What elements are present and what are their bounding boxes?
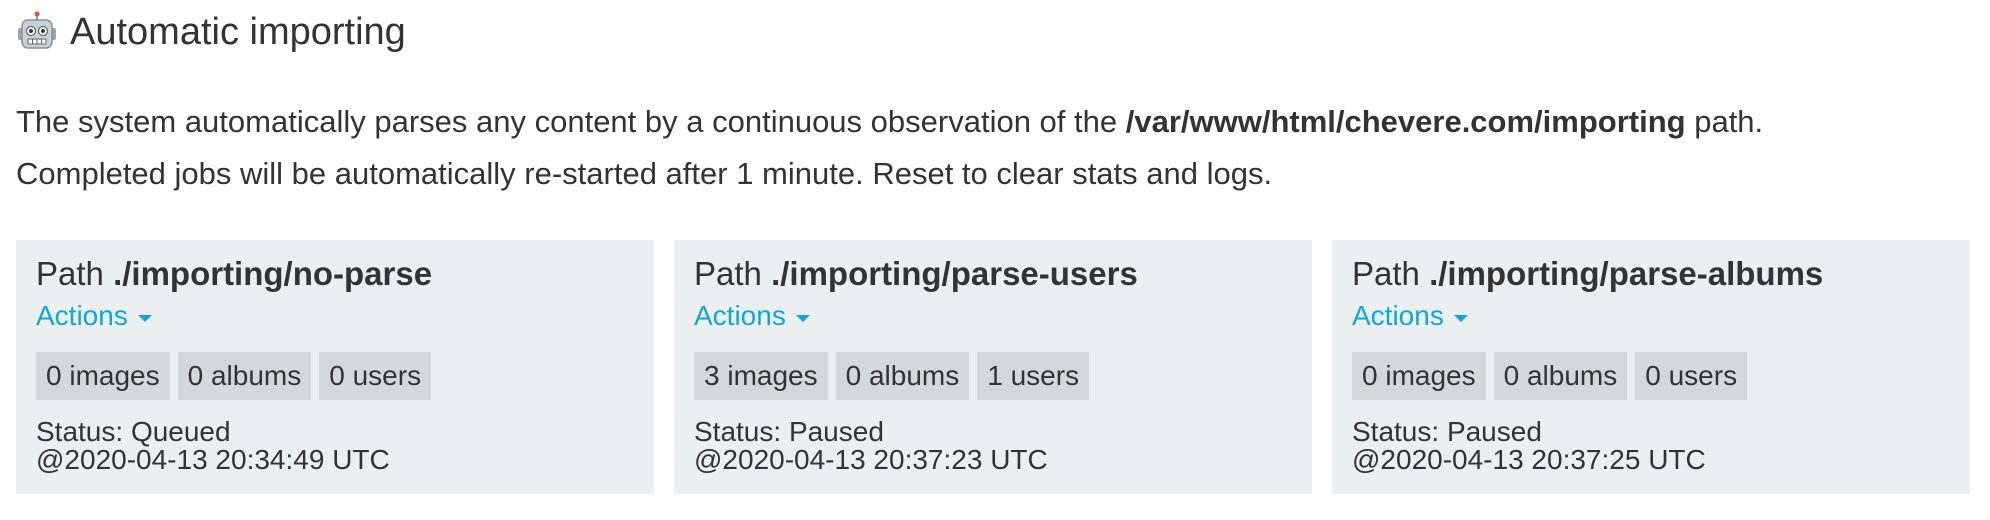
path-value: ./importing/no-parse xyxy=(113,255,433,292)
actions-label: Actions xyxy=(694,300,786,331)
actions-label: Actions xyxy=(1352,300,1444,331)
caret-down-icon xyxy=(795,314,810,322)
description-prefix: The system automatically parses any cont… xyxy=(16,104,1126,139)
actions-dropdown[interactable]: Actions xyxy=(1352,298,1468,334)
status-timestamp: @2020-04-13 20:37:25 UTC xyxy=(1352,444,1706,475)
status-block: Status: Queued @2020-04-13 20:34:49 UTC xyxy=(36,418,634,474)
card-title: Path ./importing/parse-albums xyxy=(1352,254,1950,294)
actions-label: Actions xyxy=(36,300,128,331)
import-card-parse-albums: Path ./importing/parse-albums Actions 0 … xyxy=(1332,240,1970,494)
path-label: Path xyxy=(36,255,114,292)
status-text: Status: Paused xyxy=(694,416,884,447)
import-cards: Path ./importing/no-parse Actions 0 imag… xyxy=(16,240,1970,494)
actions-dropdown[interactable]: Actions xyxy=(36,298,152,334)
stats-badges: 3 images 0 albums 1 users xyxy=(694,352,1292,400)
description-line-1: The system automatically parses any cont… xyxy=(16,96,1956,148)
page-header: Automatic importing xyxy=(16,8,406,56)
importing-path: /var/www/html/chevere.com/importing xyxy=(1125,104,1686,139)
page-description: The system automatically parses any cont… xyxy=(16,96,1956,200)
status-block: Status: Paused @2020-04-13 20:37:23 UTC xyxy=(694,418,1292,474)
path-value: ./importing/parse-users xyxy=(771,255,1138,292)
albums-count-badge: 0 albums xyxy=(1493,352,1628,400)
stats-badges: 0 images 0 albums 0 users xyxy=(1352,352,1950,400)
import-card-no-parse: Path ./importing/no-parse Actions 0 imag… xyxy=(16,240,654,494)
images-count-badge: 0 images xyxy=(1352,352,1486,400)
card-title: Path ./importing/parse-users xyxy=(694,254,1292,294)
status-text: Status: Queued xyxy=(36,416,231,447)
users-count-badge: 0 users xyxy=(1635,352,1748,400)
path-label: Path xyxy=(694,255,772,292)
actions-dropdown[interactable]: Actions xyxy=(694,298,810,334)
path-label: Path xyxy=(1352,255,1430,292)
page: Automatic importing The system automatic… xyxy=(0,0,1990,520)
albums-count-badge: 0 albums xyxy=(177,352,312,400)
description-line-2: Completed jobs will be automatically re-… xyxy=(16,156,1273,191)
albums-count-badge: 0 albums xyxy=(835,352,970,400)
import-card-parse-users: Path ./importing/parse-users Actions 3 i… xyxy=(674,240,1312,494)
card-title: Path ./importing/no-parse xyxy=(36,254,634,294)
status-timestamp: @2020-04-13 20:37:23 UTC xyxy=(694,444,1048,475)
page-title: Automatic importing xyxy=(70,11,406,53)
users-count-badge: 1 users xyxy=(977,352,1090,400)
users-count-badge: 0 users xyxy=(319,352,432,400)
images-count-badge: 3 images xyxy=(694,352,828,400)
stats-badges: 0 images 0 albums 0 users xyxy=(36,352,634,400)
images-count-badge: 0 images xyxy=(36,352,170,400)
path-value: ./importing/parse-albums xyxy=(1429,255,1824,292)
status-timestamp: @2020-04-13 20:34:49 UTC xyxy=(36,444,390,475)
robot-icon xyxy=(18,11,56,49)
caret-down-icon xyxy=(137,314,152,322)
status-text: Status: Paused xyxy=(1352,416,1542,447)
description-suffix: path. xyxy=(1685,104,1764,139)
status-block: Status: Paused @2020-04-13 20:37:25 UTC xyxy=(1352,418,1950,474)
caret-down-icon xyxy=(1453,314,1468,322)
